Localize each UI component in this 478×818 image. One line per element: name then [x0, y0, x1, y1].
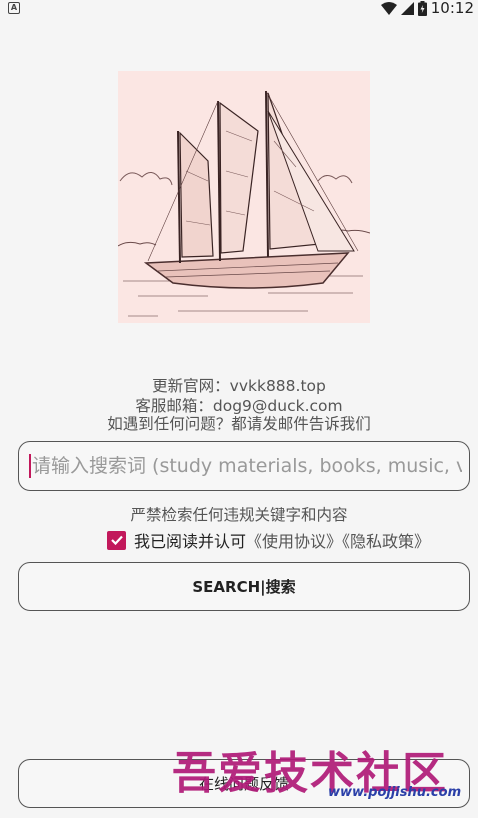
signal-icon: [400, 1, 414, 15]
feedback-button[interactable]: 在线问题反馈: [18, 759, 470, 808]
agreement-label: 我已阅读并认可: [134, 532, 247, 551]
search-box[interactable]: [18, 441, 470, 491]
agreement-checkbox[interactable]: [107, 530, 126, 550]
search-button[interactable]: SEARCH|搜索: [18, 562, 470, 611]
status-bar: A 10:12: [0, 0, 478, 17]
contact-hint-text: 如遇到任何问题？都请发邮件告诉我们: [107, 415, 371, 433]
official-site-text: 更新官网：vvkk888.top: [152, 377, 326, 395]
search-warning-text: 严禁检索任何违规关键字和内容: [130, 506, 348, 524]
ship-drawing: [118, 71, 370, 323]
sailing-ship-illustration: [118, 71, 370, 323]
support-email-text: 客服邮箱：dog9@duck.com: [135, 397, 343, 415]
checkmark-icon: [110, 535, 123, 546]
wifi-icon: [380, 1, 397, 15]
text-cursor: [29, 454, 31, 478]
a-notification-icon: A: [8, 2, 20, 14]
battery-icon: [417, 0, 427, 16]
agreement-row[interactable]: 我已阅读并认可 《使用协议》《隐私政策》: [107, 529, 430, 551]
search-input[interactable]: [32, 455, 462, 477]
status-time: 10:12: [430, 0, 474, 17]
policy-links[interactable]: 《使用协议》《隐私政策》: [246, 528, 430, 552]
